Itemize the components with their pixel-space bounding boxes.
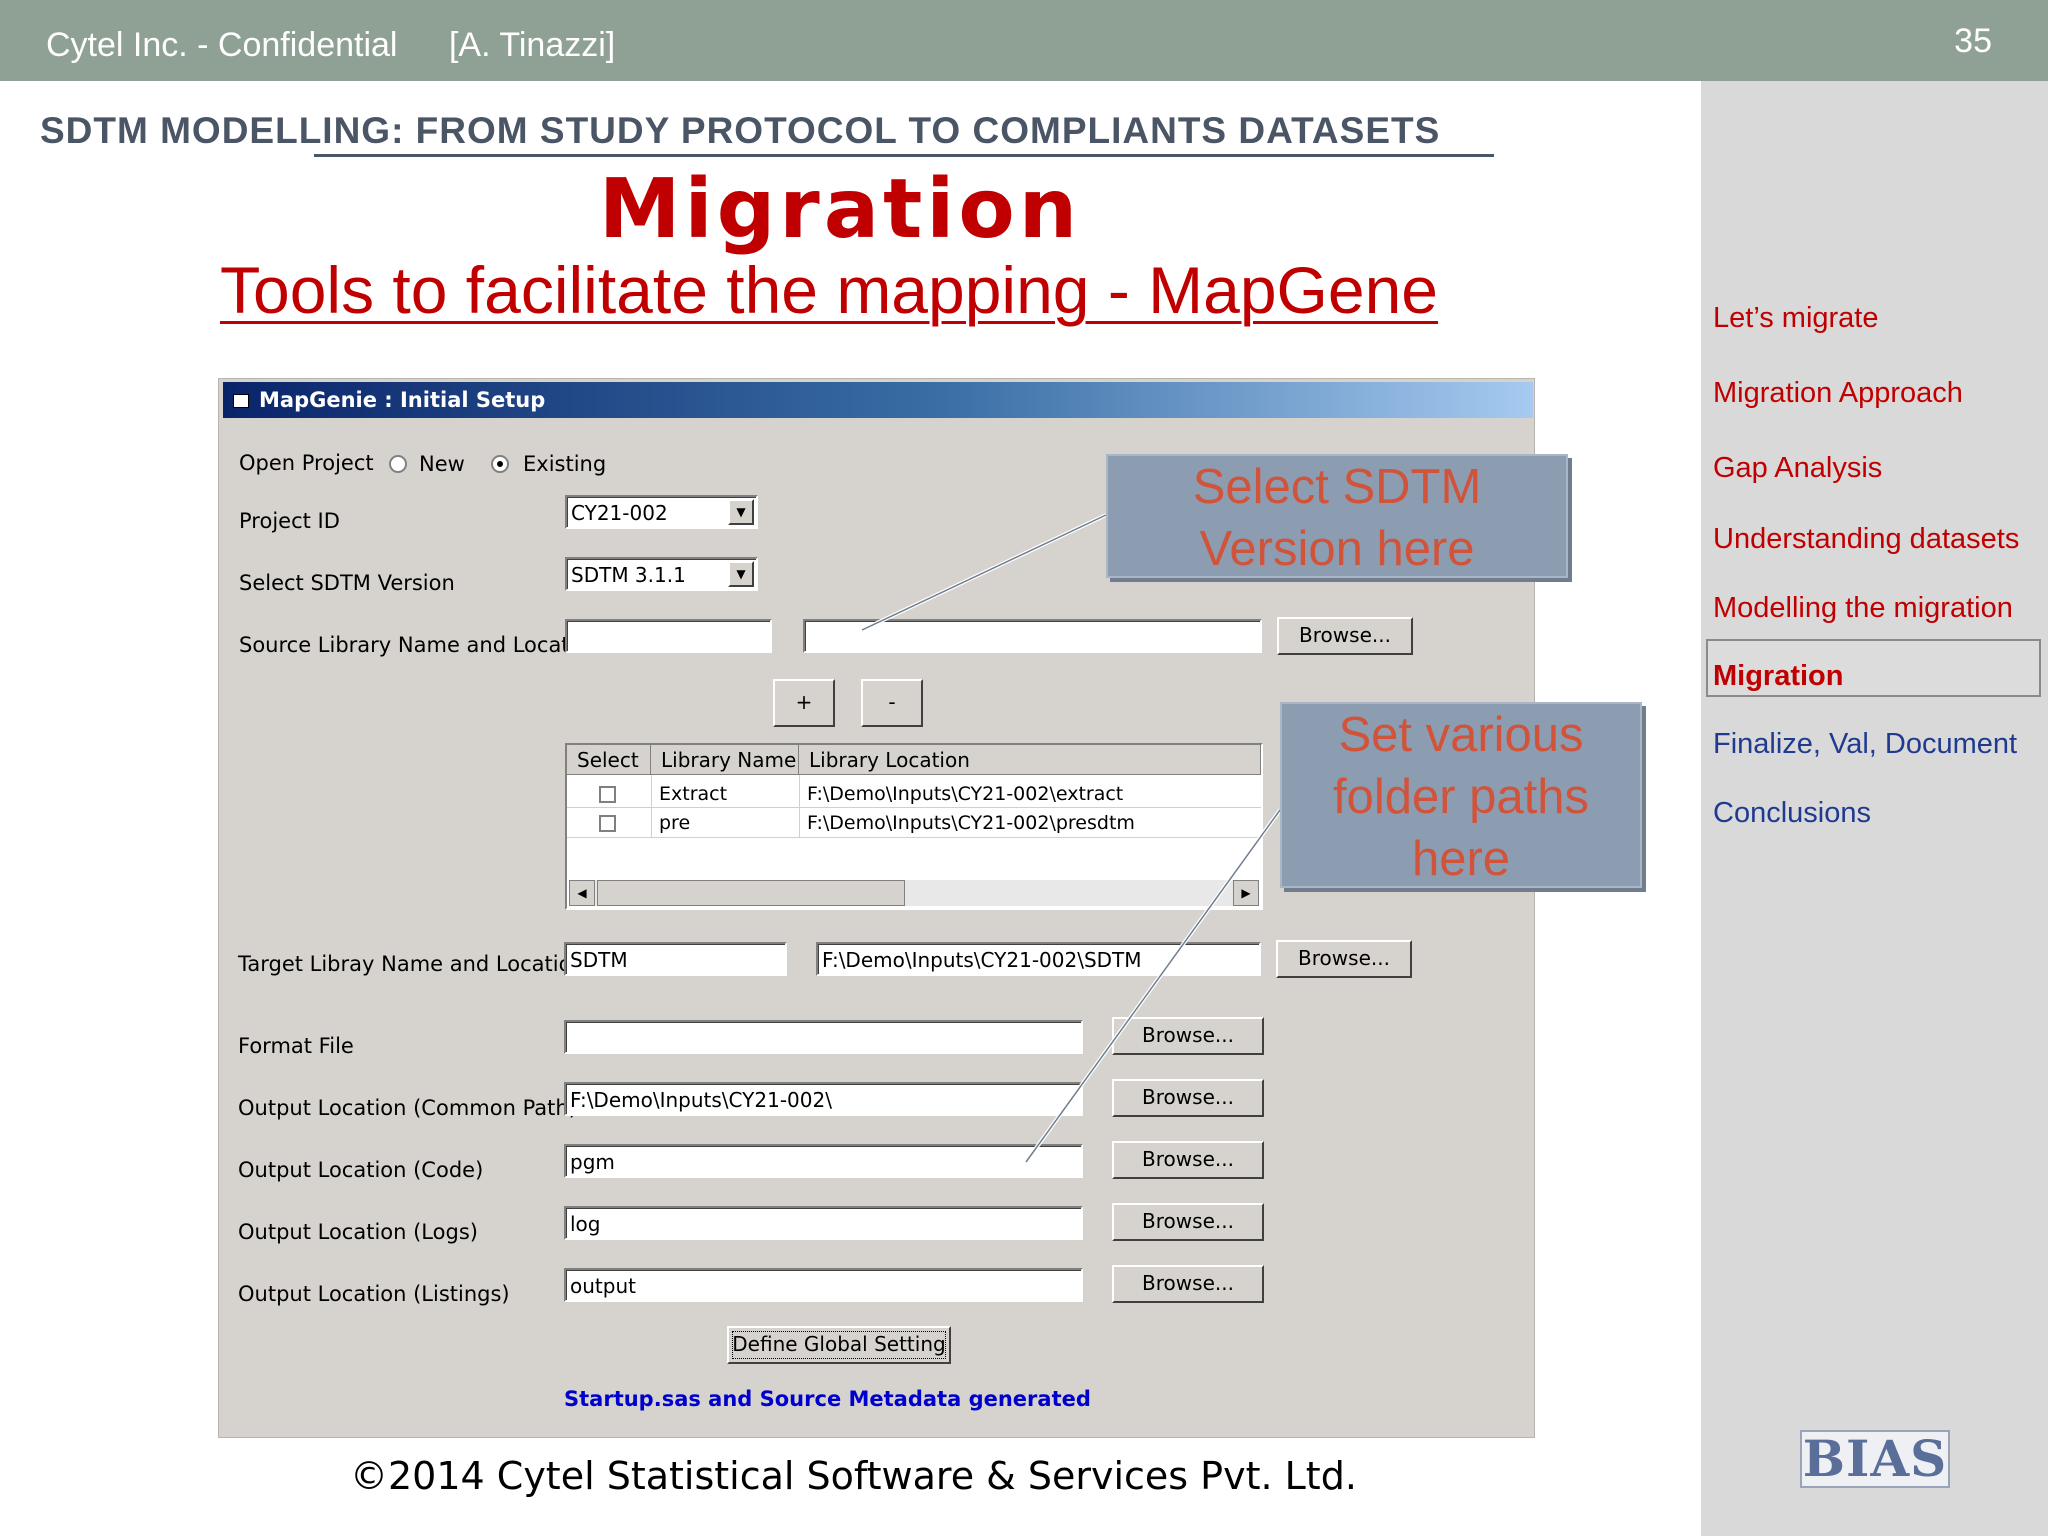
callout-sdtm-line2: Version here xyxy=(1199,522,1475,576)
folders-connector-line-inner xyxy=(1025,809,1281,1163)
callout-folders-line1: Set various xyxy=(1338,708,1584,762)
callout-sdtm-line1: Select SDTM xyxy=(1192,460,1482,514)
callout-folders-line2: folder paths xyxy=(1332,770,1590,824)
callout-folders-line3: here xyxy=(1411,832,1511,886)
callout-folder-paths: Set various folder paths here xyxy=(1280,702,1642,888)
copyright-footer: ©2014 Cytel Statistical Software & Servi… xyxy=(350,1454,1357,1498)
bias-logo: BIAS xyxy=(1800,1430,1950,1488)
callout-connectors xyxy=(861,513,1282,1164)
callout-sdtm-version: Select SDTM Version here xyxy=(1106,454,1568,578)
sdtm-connector-line-inner xyxy=(861,514,1107,631)
